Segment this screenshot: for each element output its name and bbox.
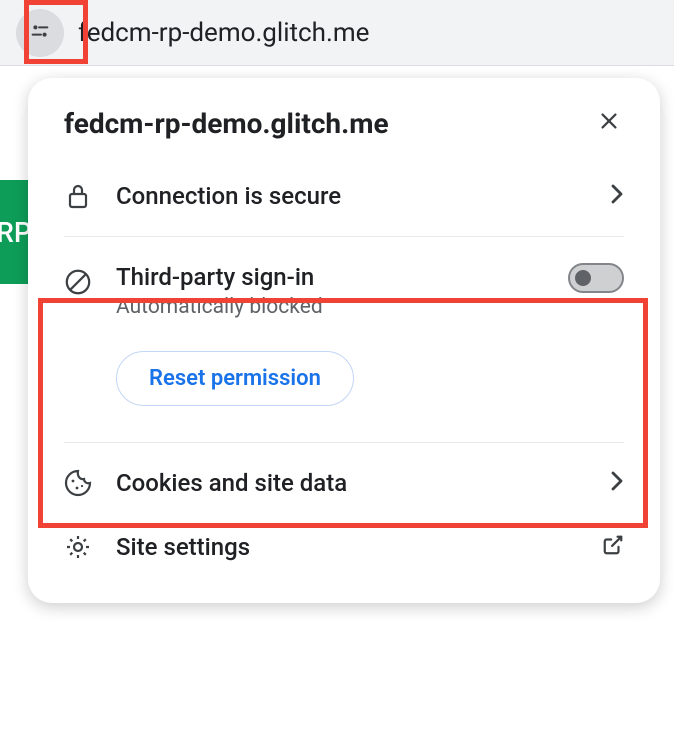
address-url[interactable]: fedcm-rp-demo.glitch.me bbox=[78, 18, 369, 48]
site-settings-row[interactable]: Site settings bbox=[28, 515, 660, 579]
third-party-signin-title: Third-party sign-in bbox=[116, 263, 568, 291]
site-settings-label: Site settings bbox=[116, 533, 602, 561]
divider bbox=[64, 442, 624, 443]
chevron-right-icon bbox=[610, 183, 624, 209]
third-party-signin-subtitle: Automatically blocked bbox=[116, 295, 568, 319]
annotation-highlight-site-info bbox=[24, 0, 88, 64]
third-party-signin-toggle[interactable] bbox=[568, 263, 624, 293]
page-background-stripe: RP bbox=[0, 180, 28, 284]
divider bbox=[64, 236, 624, 237]
blocked-circle-icon bbox=[64, 267, 92, 297]
external-link-icon bbox=[602, 534, 624, 560]
reset-permission-button[interactable]: Reset permission bbox=[116, 351, 354, 406]
cookie-icon bbox=[64, 469, 92, 497]
lock-icon bbox=[64, 183, 92, 209]
cookies-row[interactable]: Cookies and site data bbox=[28, 451, 660, 515]
connection-label: Connection is secure bbox=[116, 182, 610, 210]
close-icon bbox=[598, 117, 620, 136]
third-party-signin-section: Third-party sign-in Automatically blocke… bbox=[28, 245, 660, 434]
close-button[interactable] bbox=[594, 106, 624, 140]
chevron-right-icon bbox=[610, 470, 624, 496]
address-bar: fedcm-rp-demo.glitch.me bbox=[0, 0, 674, 66]
site-info-popup: fedcm-rp-demo.glitch.me Connection is se… bbox=[28, 78, 660, 603]
toggle-knob bbox=[575, 270, 591, 286]
gear-icon bbox=[64, 533, 92, 561]
connection-secure-row[interactable]: Connection is secure bbox=[28, 164, 660, 228]
cookies-label: Cookies and site data bbox=[116, 469, 610, 497]
popup-title: fedcm-rp-demo.glitch.me bbox=[64, 107, 389, 140]
